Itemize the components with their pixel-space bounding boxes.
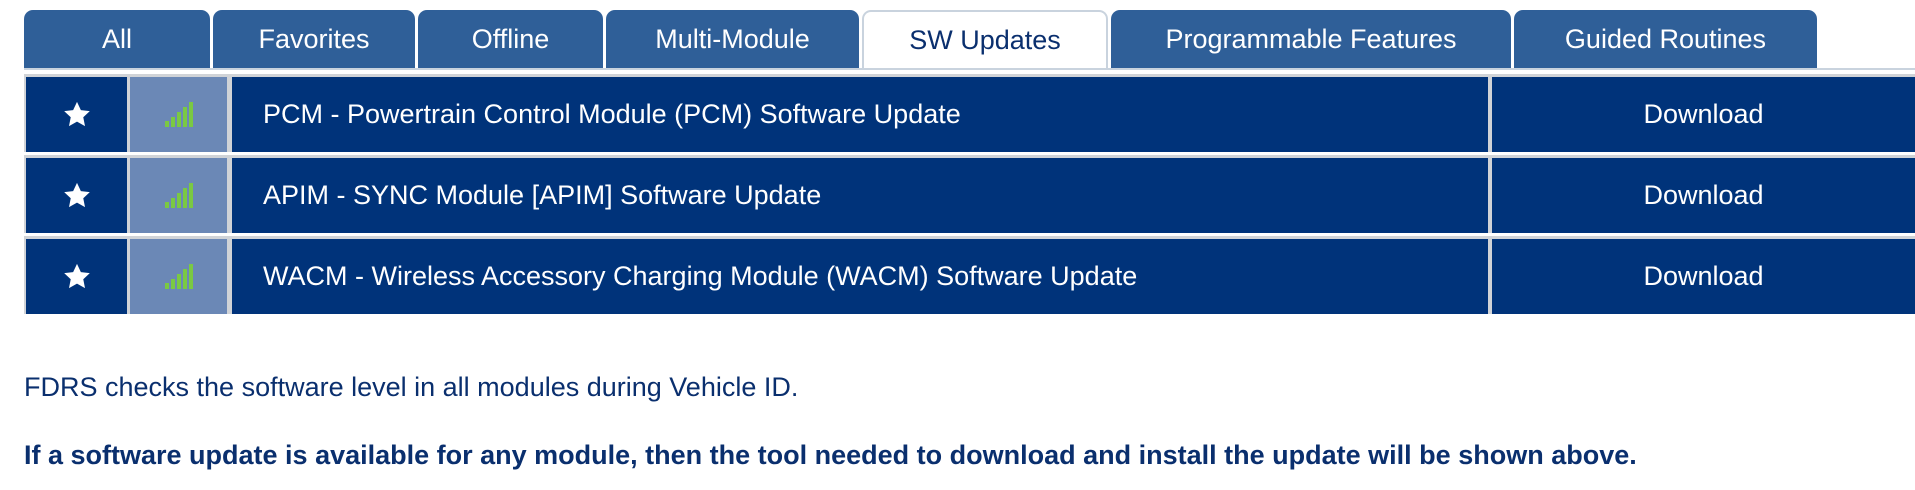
tab-underline <box>24 68 1915 70</box>
star-icon <box>63 101 90 126</box>
favorite-button[interactable] <box>26 239 127 314</box>
module-name: APIM - SYNC Module [APIM] Software Updat… <box>232 158 1488 233</box>
signal-cell <box>130 158 227 233</box>
table-row: PCM - Powertrain Control Module (PCM) So… <box>24 74 1915 152</box>
download-button[interactable]: Download <box>1492 239 1915 314</box>
module-name: WACM - Wireless Accessory Charging Modul… <box>232 239 1488 314</box>
tab-multi-module[interactable]: Multi-Module <box>606 10 859 68</box>
star-icon <box>63 182 90 207</box>
update-list: PCM - Powertrain Control Module (PCM) So… <box>24 74 1915 317</box>
tab-guided-routines[interactable]: Guided Routines <box>1514 10 1817 68</box>
sw-updates-screen: All Favorites Offline Multi-Module SW Up… <box>0 0 1915 490</box>
star-icon <box>63 263 90 288</box>
tab-sw-updates[interactable]: SW Updates <box>862 10 1108 68</box>
signal-bars-icon <box>164 182 193 208</box>
tab-programmable-features[interactable]: Programmable Features <box>1111 10 1511 68</box>
signal-cell <box>130 77 227 152</box>
favorite-button[interactable] <box>26 77 127 152</box>
info-text-bold: If a software update is available for an… <box>24 440 1637 470</box>
tab-offline[interactable]: Offline <box>418 10 603 68</box>
signal-cell <box>130 239 227 314</box>
tab-bar: All Favorites Offline Multi-Module SW Up… <box>24 10 1820 68</box>
signal-bars-icon <box>164 101 193 127</box>
info-text: FDRS checks the software level in all mo… <box>24 372 799 402</box>
signal-bars-icon <box>164 263 193 289</box>
table-row: WACM - Wireless Accessory Charging Modul… <box>24 236 1915 314</box>
tab-favorites[interactable]: Favorites <box>213 10 415 68</box>
favorite-button[interactable] <box>26 158 127 233</box>
tab-all[interactable]: All <box>24 10 210 68</box>
download-button[interactable]: Download <box>1492 158 1915 233</box>
download-button[interactable]: Download <box>1492 77 1915 152</box>
module-name: PCM - Powertrain Control Module (PCM) So… <box>232 77 1488 152</box>
table-row: APIM - SYNC Module [APIM] Software Updat… <box>24 155 1915 233</box>
